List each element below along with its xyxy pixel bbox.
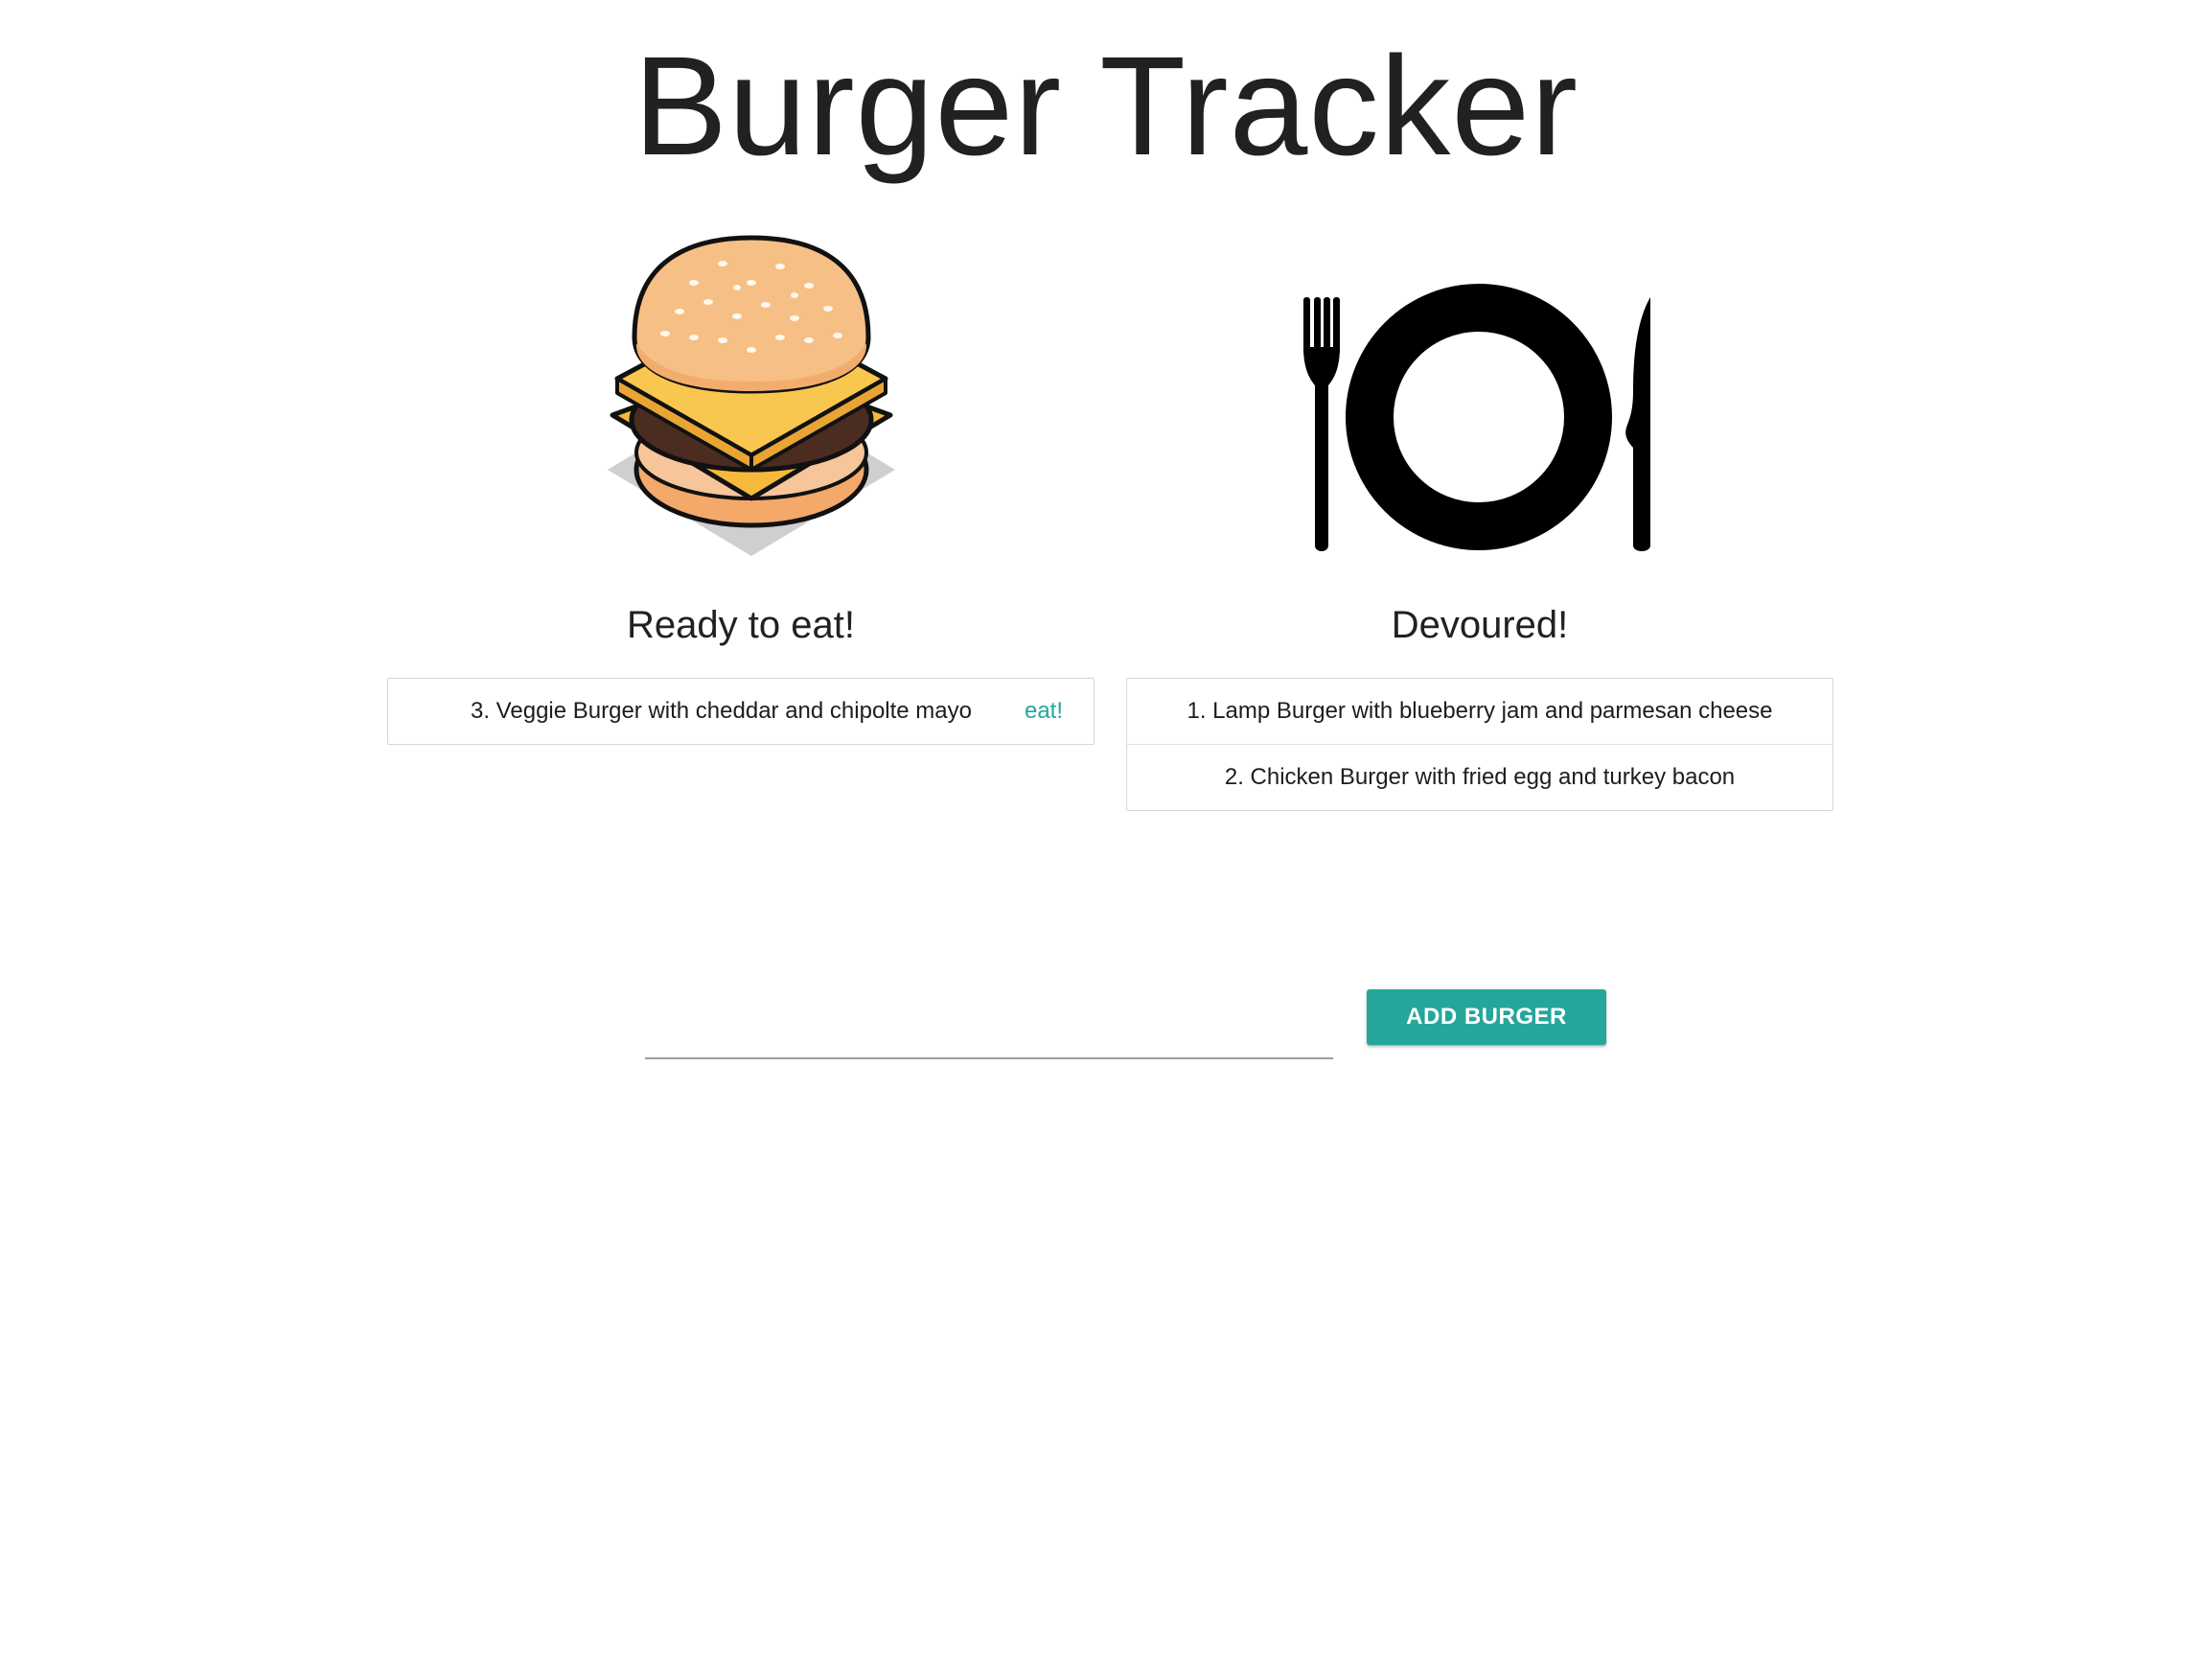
list-item: 3. Veggie Burger with cheddar and chipol… bbox=[388, 679, 1094, 744]
list-item-label: 1. Lamp Burger with blueberry jam and pa… bbox=[1187, 698, 1773, 724]
burger-image bbox=[387, 230, 1094, 575]
eat-link[interactable]: eat! bbox=[1025, 679, 1063, 744]
list-item-label: 2. Chicken Burger with fried egg and tur… bbox=[1224, 764, 1736, 790]
list-item-label: 3. Veggie Burger with cheddar and chipol… bbox=[471, 698, 972, 724]
ready-list: 3. Veggie Burger with cheddar and chipol… bbox=[387, 678, 1094, 745]
list-item: 1. Lamp Burger with blueberry jam and pa… bbox=[1127, 679, 1832, 745]
devoured-list: 1. Lamp Burger with blueberry jam and pa… bbox=[1126, 678, 1833, 811]
plate-fork-knife-icon bbox=[1303, 284, 1650, 551]
add-burger-button[interactable]: ADD BURGER bbox=[1367, 989, 1606, 1045]
burger-icon bbox=[608, 235, 895, 556]
devoured-heading: Devoured! bbox=[1391, 604, 1569, 646]
list-item: 2. Chicken Burger with fried egg and tur… bbox=[1127, 745, 1832, 810]
plate-image bbox=[1126, 230, 1833, 575]
page-title: Burger Tracker bbox=[633, 28, 1579, 185]
burger-name-input[interactable] bbox=[645, 987, 1333, 1059]
page: Burger Tracker Ready to eat! 3. Veggie B… bbox=[0, 0, 2212, 1669]
ready-heading: Ready to eat! bbox=[627, 604, 855, 646]
